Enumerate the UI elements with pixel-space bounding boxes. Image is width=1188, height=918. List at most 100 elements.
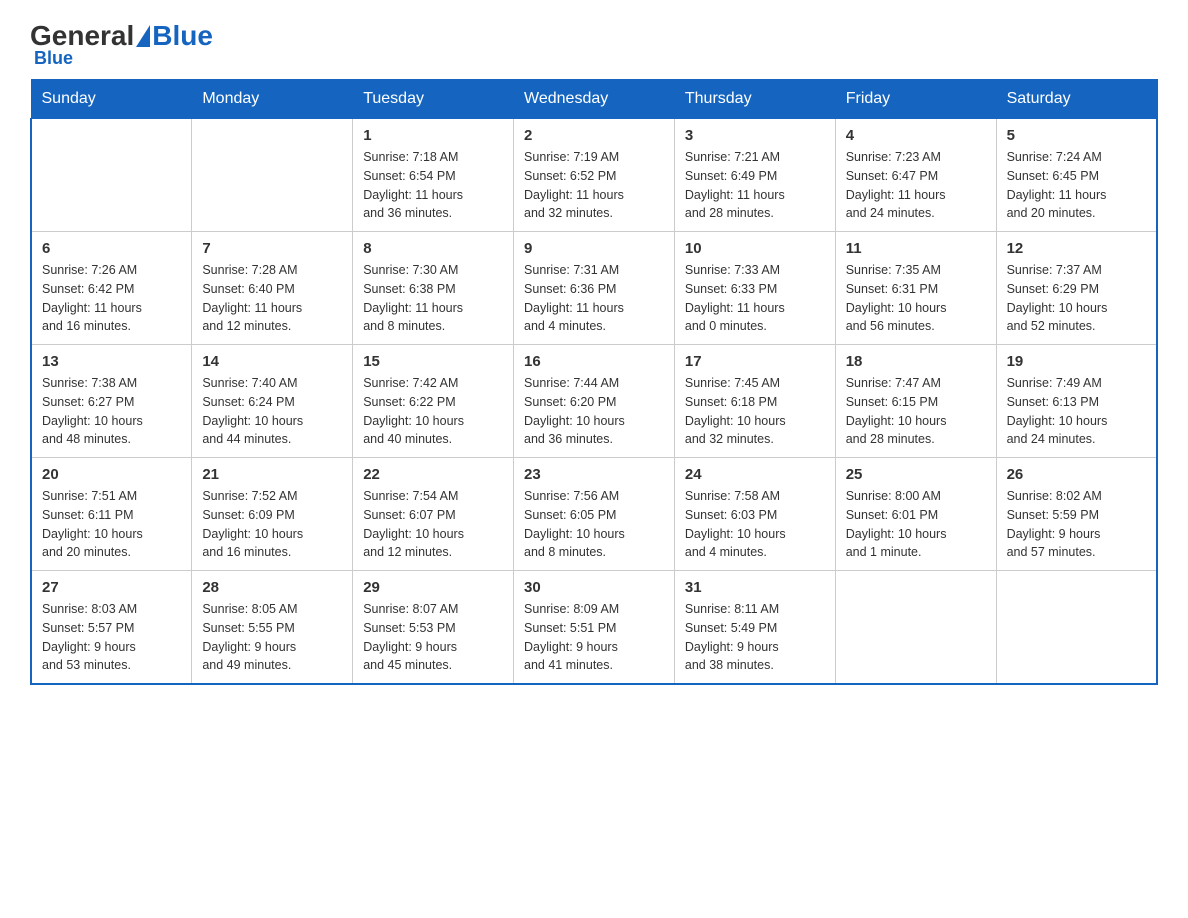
calendar-cell: 15 Sunrise: 7:42 AMSunset: 6:22 PMDayligh… xyxy=(353,345,514,458)
day-info: Sunrise: 7:18 AMSunset: 6:54 PMDaylight:… xyxy=(363,148,503,223)
day-number: 13 xyxy=(42,353,181,370)
day-info: Sunrise: 7:54 AMSunset: 6:07 PMDaylight:… xyxy=(363,487,503,562)
day-info: Sunrise: 8:07 AMSunset: 5:53 PMDaylight:… xyxy=(363,600,503,675)
day-number: 16 xyxy=(524,353,664,370)
day-info: Sunrise: 8:03 AMSunset: 5:57 PMDaylight:… xyxy=(42,600,181,675)
column-header-tuesday: Tuesday xyxy=(353,80,514,119)
calendar-cell: 18Sunrise: 7:47 AMSunset: 6:15 PMDayligh… xyxy=(835,345,996,458)
day-info: Sunrise: 7:52 AMSunset: 6:09 PMDaylight:… xyxy=(202,487,342,562)
calendar-cell: 30Sunrise: 8:09 AMSunset: 5:51 PMDayligh… xyxy=(514,571,675,685)
day-number: 27 xyxy=(42,579,181,596)
calendar-cell: 13 Sunrise: 7:38 AMSunset: 6:27 PMDayligh… xyxy=(31,345,192,458)
day-number: 25 xyxy=(846,466,986,483)
calendar-week-row: 6 Sunrise: 7:26 AMSunset: 6:42 PMDaylight… xyxy=(31,232,1157,345)
day-number: 31 xyxy=(685,579,825,596)
day-info: Sunrise: 7:30 AMSunset: 6:38 PMDaylight:… xyxy=(363,261,503,336)
day-number: 15 xyxy=(363,353,503,370)
calendar-cell: 20 Sunrise: 7:51 AMSunset: 6:11 PMDayligh… xyxy=(31,458,192,571)
day-info: Sunrise: 8:00 AMSunset: 6:01 PMDaylight:… xyxy=(846,487,986,562)
calendar-cell: 22 Sunrise: 7:54 AMSunset: 6:07 PMDayligh… xyxy=(353,458,514,571)
day-number: 1 xyxy=(363,127,503,144)
calendar-cell: 8 Sunrise: 7:30 AMSunset: 6:38 PMDaylight… xyxy=(353,232,514,345)
day-info: Sunrise: 7:31 AMSunset: 6:36 PMDaylight:… xyxy=(524,261,664,336)
day-number: 28 xyxy=(202,579,342,596)
day-number: 24 xyxy=(685,466,825,483)
calendar-cell: 21Sunrise: 7:52 AMSunset: 6:09 PMDayligh… xyxy=(192,458,353,571)
column-header-monday: Monday xyxy=(192,80,353,119)
day-number: 29 xyxy=(363,579,503,596)
day-info: Sunrise: 7:24 AMSunset: 6:45 PMDaylight:… xyxy=(1007,148,1146,223)
day-info: Sunrise: 8:09 AMSunset: 5:51 PMDaylight:… xyxy=(524,600,664,675)
calendar-cell: 7 Sunrise: 7:28 AMSunset: 6:40 PMDaylight… xyxy=(192,232,353,345)
calendar-cell: 31Sunrise: 8:11 AMSunset: 5:49 PMDayligh… xyxy=(674,571,835,685)
calendar-cell: 11Sunrise: 7:35 AMSunset: 6:31 PMDayligh… xyxy=(835,232,996,345)
calendar-week-row: 20 Sunrise: 7:51 AMSunset: 6:11 PMDayligh… xyxy=(31,458,1157,571)
calendar-cell: 28 Sunrise: 8:05 AMSunset: 5:55 PMDayligh… xyxy=(192,571,353,685)
day-info: Sunrise: 7:21 AMSunset: 6:49 PMDaylight:… xyxy=(685,148,825,223)
day-info: Sunrise: 8:05 AMSunset: 5:55 PMDaylight:… xyxy=(202,600,342,675)
day-info: Sunrise: 7:42 AMSunset: 6:22 PMDaylight:… xyxy=(363,374,503,449)
calendar-cell: 14Sunrise: 7:40 AMSunset: 6:24 PMDayligh… xyxy=(192,345,353,458)
calendar-cell: 16 Sunrise: 7:44 AMSunset: 6:20 PMDayligh… xyxy=(514,345,675,458)
day-number: 11 xyxy=(846,240,986,257)
day-number: 3 xyxy=(685,127,825,144)
calendar-cell: 26 Sunrise: 8:02 AMSunset: 5:59 PMDayligh… xyxy=(996,458,1157,571)
logo-underline: Blue xyxy=(34,48,73,69)
calendar-cell: 24 Sunrise: 7:58 AMSunset: 6:03 PMDayligh… xyxy=(674,458,835,571)
day-info: Sunrise: 7:28 AMSunset: 6:40 PMDaylight:… xyxy=(202,261,342,336)
day-info: Sunrise: 7:45 AMSunset: 6:18 PMDaylight:… xyxy=(685,374,825,449)
day-number: 5 xyxy=(1007,127,1146,144)
calendar-week-row: 1 Sunrise: 7:18 AMSunset: 6:54 PMDaylight… xyxy=(31,119,1157,232)
day-info: Sunrise: 7:33 AMSunset: 6:33 PMDaylight:… xyxy=(685,261,825,336)
calendar-cell: 2Sunrise: 7:19 AMSunset: 6:52 PMDaylight… xyxy=(514,119,675,232)
day-info: Sunrise: 7:26 AMSunset: 6:42 PMDaylight:… xyxy=(42,261,181,336)
calendar-cell: 12 Sunrise: 7:37 AMSunset: 6:29 PMDayligh… xyxy=(996,232,1157,345)
day-info: Sunrise: 7:38 AMSunset: 6:27 PMDaylight:… xyxy=(42,374,181,449)
calendar-cell: 1 Sunrise: 7:18 AMSunset: 6:54 PMDaylight… xyxy=(353,119,514,232)
logo: General Blue Blue xyxy=(30,20,213,69)
day-number: 6 xyxy=(42,240,181,257)
day-info: Sunrise: 7:37 AMSunset: 6:29 PMDaylight:… xyxy=(1007,261,1146,336)
day-number: 12 xyxy=(1007,240,1146,257)
column-header-thursday: Thursday xyxy=(674,80,835,119)
day-number: 4 xyxy=(846,127,986,144)
calendar-cell: 27 Sunrise: 8:03 AMSunset: 5:57 PMDayligh… xyxy=(31,571,192,685)
calendar-cell: 6 Sunrise: 7:26 AMSunset: 6:42 PMDaylight… xyxy=(31,232,192,345)
day-number: 9 xyxy=(524,240,664,257)
day-number: 20 xyxy=(42,466,181,483)
day-number: 26 xyxy=(1007,466,1146,483)
column-header-friday: Friday xyxy=(835,80,996,119)
column-header-saturday: Saturday xyxy=(996,80,1157,119)
calendar-cell: 29 Sunrise: 8:07 AMSunset: 5:53 PMDayligh… xyxy=(353,571,514,685)
day-number: 19 xyxy=(1007,353,1146,370)
day-number: 7 xyxy=(202,240,342,257)
calendar-cell xyxy=(835,571,996,685)
day-number: 22 xyxy=(363,466,503,483)
calendar-header-row: SundayMondayTuesdayWednesdayThursdayFrid… xyxy=(31,80,1157,119)
calendar-week-row: 27 Sunrise: 8:03 AMSunset: 5:57 PMDayligh… xyxy=(31,571,1157,685)
day-info: Sunrise: 7:51 AMSunset: 6:11 PMDaylight:… xyxy=(42,487,181,562)
calendar-cell: 4Sunrise: 7:23 AMSunset: 6:47 PMDaylight… xyxy=(835,119,996,232)
day-info: Sunrise: 7:19 AMSunset: 6:52 PMDaylight:… xyxy=(524,148,664,223)
day-info: Sunrise: 8:02 AMSunset: 5:59 PMDaylight:… xyxy=(1007,487,1146,562)
day-number: 14 xyxy=(202,353,342,370)
calendar-cell: 17 Sunrise: 7:45 AMSunset: 6:18 PMDayligh… xyxy=(674,345,835,458)
calendar-cell: 5 Sunrise: 7:24 AMSunset: 6:45 PMDaylight… xyxy=(996,119,1157,232)
day-info: Sunrise: 7:49 AMSunset: 6:13 PMDaylight:… xyxy=(1007,374,1146,449)
calendar-week-row: 13 Sunrise: 7:38 AMSunset: 6:27 PMDayligh… xyxy=(31,345,1157,458)
day-info: Sunrise: 7:47 AMSunset: 6:15 PMDaylight:… xyxy=(846,374,986,449)
column-header-wednesday: Wednesday xyxy=(514,80,675,119)
logo-blue-text: Blue xyxy=(152,20,213,52)
page-header: General Blue Blue xyxy=(30,20,1158,69)
day-info: Sunrise: 7:58 AMSunset: 6:03 PMDaylight:… xyxy=(685,487,825,562)
calendar-table: SundayMondayTuesdayWednesdayThursdayFrid… xyxy=(30,79,1158,685)
day-number: 10 xyxy=(685,240,825,257)
calendar-cell xyxy=(996,571,1157,685)
logo-triangle-icon xyxy=(136,25,150,47)
day-number: 17 xyxy=(685,353,825,370)
day-info: Sunrise: 7:44 AMSunset: 6:20 PMDaylight:… xyxy=(524,374,664,449)
calendar-cell xyxy=(31,119,192,232)
calendar-cell: 3 Sunrise: 7:21 AMSunset: 6:49 PMDaylight… xyxy=(674,119,835,232)
calendar-cell: 19 Sunrise: 7:49 AMSunset: 6:13 PMDayligh… xyxy=(996,345,1157,458)
day-number: 8 xyxy=(363,240,503,257)
